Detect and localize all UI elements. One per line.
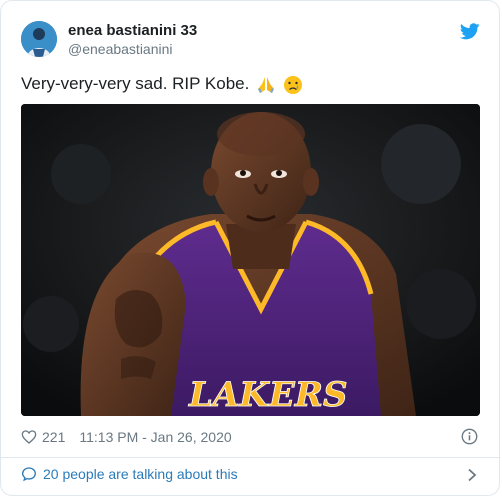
timestamp[interactable]: 11:13 PM - Jan 26, 2020 xyxy=(79,429,231,445)
tweet-meta: 221 11:13 PM - Jan 26, 2020 xyxy=(21,426,232,448)
chevron-right-icon[interactable] xyxy=(467,468,477,482)
info-icon[interactable] xyxy=(461,428,478,445)
tweet-text-content: Very-very-very sad. RIP Kobe. xyxy=(21,74,250,93)
svg-text:LAKERS: LAKERS xyxy=(188,375,348,415)
heart-icon[interactable] xyxy=(21,429,37,445)
talking-link[interactable]: 20 people are talking about this xyxy=(21,466,238,482)
avatar[interactable] xyxy=(21,21,57,57)
speech-bubble-icon xyxy=(21,467,37,482)
twitter-bird-icon[interactable] xyxy=(460,23,480,40)
author-name[interactable]: enea bastianini 33 xyxy=(68,22,197,39)
author-handle[interactable]: @eneabastianini xyxy=(68,41,173,57)
kobe-photo-illustration: LAKERS xyxy=(21,104,480,416)
tweet-card: enea bastianini 33 @eneabastianini Very-… xyxy=(0,0,500,496)
talking-label[interactable]: 20 people are talking about this xyxy=(43,466,238,482)
divider xyxy=(1,457,499,458)
tweet-photo[interactable]: LAKERS xyxy=(21,104,480,416)
folded-hands-emoji-icon xyxy=(258,76,275,93)
like-count[interactable]: 221 xyxy=(42,429,65,445)
crying-face-emoji-icon xyxy=(283,75,302,94)
tweet-text: Very-very-very sad. RIP Kobe. xyxy=(21,73,303,95)
